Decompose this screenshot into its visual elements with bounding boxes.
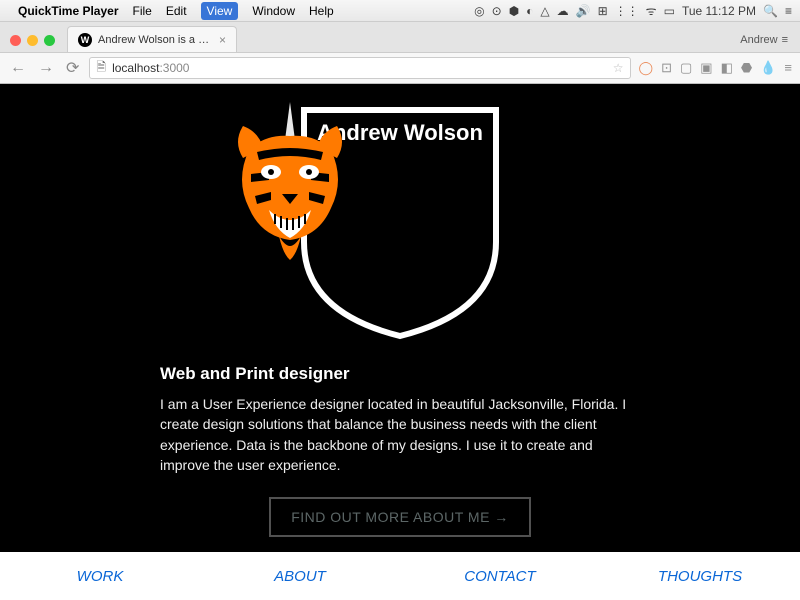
volume-icon[interactable]: 🔊 (576, 4, 591, 18)
extension-icon[interactable]: ◯ (639, 60, 654, 76)
notification-center-icon[interactable]: ≡ (785, 4, 792, 18)
shield-logo: Andrew Wolson (290, 102, 510, 342)
extension-icon[interactable]: ◧ (721, 60, 733, 76)
macos-menubar: QuickTime Player File Edit View Window H… (0, 0, 800, 22)
browser-window: W Andrew Wolson is a UX an… × Andrew ≡ ←… (0, 22, 800, 84)
wifi-icon[interactable]: ⋮⋮ (615, 4, 639, 18)
address-bar[interactable]: 🗎 localhost :3000 ☆ (89, 57, 630, 79)
browser-tab[interactable]: W Andrew Wolson is a UX an… × (67, 26, 237, 52)
profile-chip[interactable]: Andrew ≡ (740, 34, 788, 46)
subheadline: Web and Print designer (160, 364, 640, 384)
menubar-file[interactable]: File (133, 4, 152, 18)
page-icon: 🗎 (96, 58, 106, 79)
menubar-status-tray: ◎ ⊙ ⬢ ◐ △ ☁ 🔊 ⊞ ⋮⋮ ᯤ ▭ Tue 11:12 PM 🔍 ≡ (474, 2, 792, 19)
close-window-button[interactable] (10, 35, 21, 46)
menubar-clock[interactable]: Tue 11:12 PM (682, 4, 756, 18)
profile-name: Andrew (740, 34, 777, 46)
tab-favicon-icon: W (78, 33, 92, 47)
spotlight-icon[interactable]: 🔍 (763, 4, 778, 18)
tab-title: Andrew Wolson is a UX an… (98, 34, 213, 46)
status-icon[interactable]: ◎ (474, 4, 484, 18)
minimize-window-button[interactable] (27, 35, 38, 46)
extension-icon[interactable]: ⊡ (661, 60, 672, 76)
browser-tabstrip: W Andrew Wolson is a UX an… × Andrew ≡ (0, 22, 800, 52)
hero-section: Andrew Wolson (0, 84, 800, 537)
status-icon[interactable]: ☁ (557, 4, 569, 18)
battery-icon[interactable]: ▭ (664, 4, 675, 18)
cta-button[interactable]: FIND OUT MORE ABOUT ME → (269, 497, 531, 537)
url-host: localhost (112, 61, 159, 75)
browser-toolbar: ← → ⟳ 🗎 localhost :3000 ☆ ◯ ⊡ ▢ ▣ ◧ ⬣ 💧 … (0, 52, 800, 84)
page-body: Andrew Wolson (0, 84, 800, 600)
wifi-icon[interactable]: ᯤ (646, 2, 657, 19)
extension-icon[interactable]: ▣ (700, 60, 712, 76)
hamburger-icon: ≡ (782, 34, 788, 46)
forward-button[interactable]: → (36, 59, 56, 77)
status-icon[interactable]: ◐ (526, 4, 533, 18)
status-icon[interactable]: △ (540, 4, 549, 18)
bottom-nav: WORK ABOUT CONTACT THOUGHTS (0, 552, 800, 600)
tiger-unicorn-icon (225, 102, 355, 262)
cast-icon[interactable]: ▢ (680, 60, 692, 76)
url-port: :3000 (159, 61, 189, 75)
back-button[interactable]: ← (8, 59, 28, 77)
extension-icon[interactable]: 💧 (760, 60, 776, 76)
nav-thoughts[interactable]: THOUGHTS (600, 552, 800, 600)
bookmark-star-icon[interactable]: ☆ (613, 61, 624, 75)
menubar-window[interactable]: Window (252, 4, 295, 18)
window-controls (10, 35, 55, 46)
menubar-edit[interactable]: Edit (166, 4, 187, 18)
nav-work[interactable]: WORK (0, 552, 200, 600)
intro-content: Web and Print designer I am a User Exper… (160, 364, 640, 475)
status-icon[interactable]: ⬢ (509, 4, 519, 18)
reload-button[interactable]: ⟳ (64, 58, 81, 78)
nav-about[interactable]: ABOUT (200, 552, 400, 600)
nav-contact[interactable]: CONTACT (400, 552, 600, 600)
menubar-help[interactable]: Help (309, 4, 334, 18)
tab-close-button[interactable]: × (219, 33, 226, 47)
status-icon[interactable]: ⊙ (492, 4, 502, 18)
extension-icon[interactable]: ⬣ (741, 60, 752, 76)
extension-icons: ◯ ⊡ ▢ ▣ ◧ ⬣ 💧 ≡ (639, 60, 793, 76)
menubar-app-name[interactable]: QuickTime Player (18, 4, 119, 18)
menubar-view[interactable]: View (201, 2, 239, 20)
page-viewport: Andrew Wolson (0, 84, 800, 600)
maximize-window-button[interactable] (44, 35, 55, 46)
status-icon[interactable]: ⊞ (598, 4, 608, 18)
intro-body: I am a User Experience designer located … (160, 394, 640, 475)
chrome-menu-icon[interactable]: ≡ (784, 60, 792, 76)
